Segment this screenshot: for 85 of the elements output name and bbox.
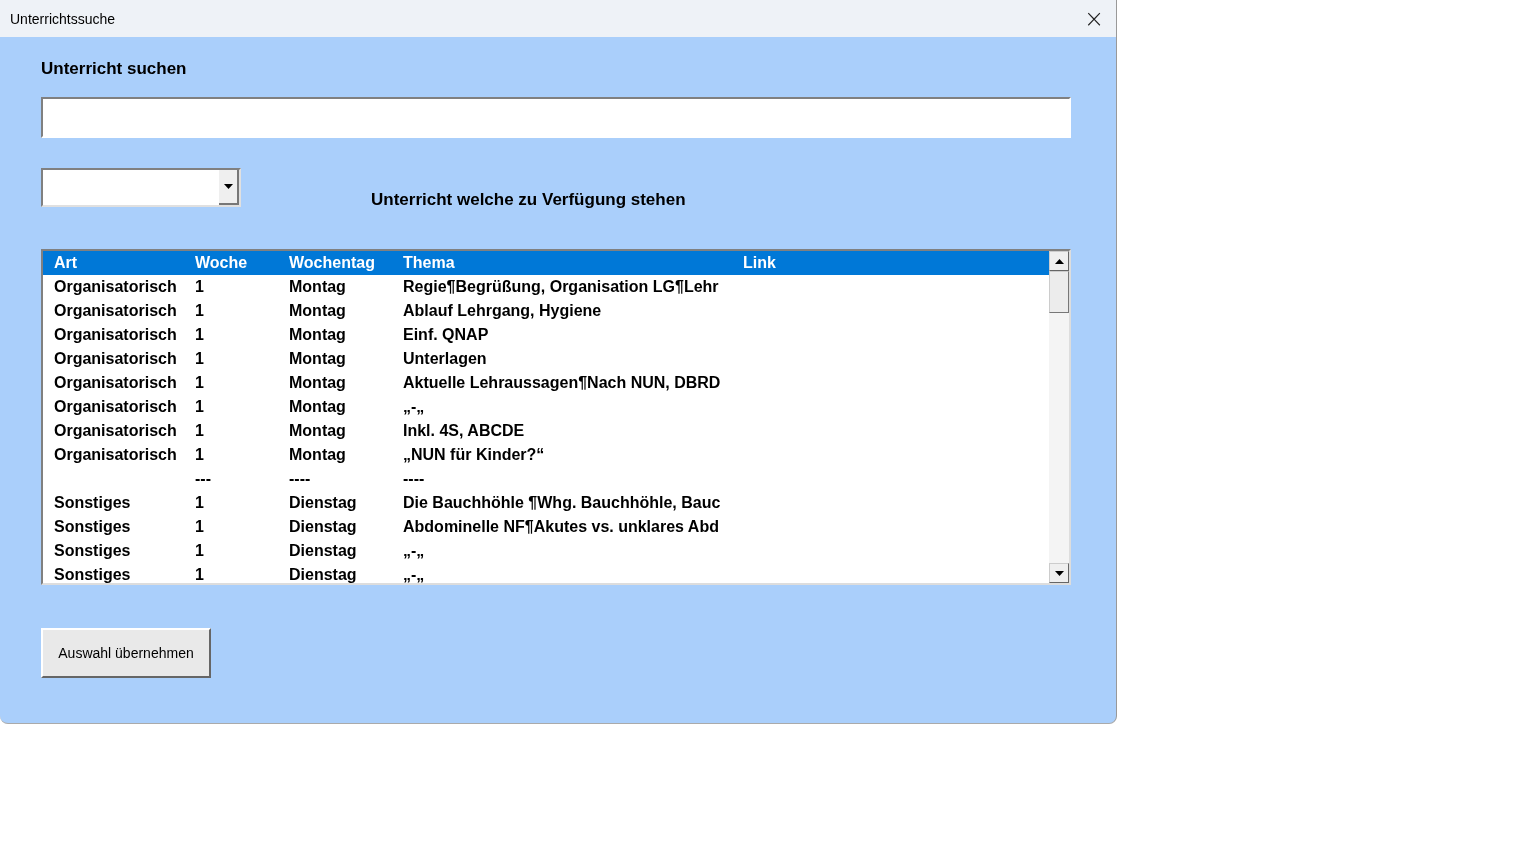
list-cell: Montag — [289, 278, 346, 295]
list-cell: Organisatorisch — [54, 278, 177, 295]
list-cell: ---- — [403, 470, 425, 487]
scrollbar[interactable] — [1049, 251, 1069, 583]
list-cell: 1 — [195, 374, 204, 391]
up-arrow-icon — [1054, 258, 1064, 264]
list-cell: „-„ — [403, 566, 425, 583]
list-cell: Sonstiges — [54, 542, 131, 559]
list-cell: Montag — [289, 398, 346, 415]
list-cell: 1 — [195, 566, 204, 583]
list-row[interactable]: Organisatorisch 1 Montag „-„ — [43, 395, 1049, 419]
scroll-thumb[interactable] — [1049, 271, 1069, 313]
list-cell: Regie¶Begrüßung, Organisation LG¶Lehr — [403, 278, 719, 295]
list-cell: Die Bauchhöhle ¶Whg. Bauchhöhle, Bauc — [403, 494, 721, 511]
list-row[interactable]: Organisatorisch 1 Montag „NUN für Kinder?“ — [43, 443, 1049, 467]
list-cell: 1 — [195, 542, 204, 559]
list-cell: Organisatorisch — [54, 398, 177, 415]
list-row[interactable]: Sonstiges 1 Dienstag Abdominelle NF¶Akutes vs. unklares Abd — [43, 515, 1049, 539]
list-cell: Sonstiges — [54, 518, 131, 535]
list-cell: 1 — [195, 422, 204, 439]
list-row[interactable]: Sonstiges 1 Dienstag Die Bauchhöhle ¶Whg. Bauchhöhle, Bauc — [43, 491, 1049, 515]
list-cell: Organisatorisch — [54, 374, 177, 391]
list-cell: Unterlagen — [403, 350, 487, 367]
list-cell: 1 — [195, 494, 204, 511]
scroll-down-button[interactable] — [1049, 563, 1069, 583]
list-cell: Montag — [289, 326, 346, 343]
list-cell: 1 — [195, 350, 204, 367]
caret-icon — [223, 184, 233, 189]
list-cell: Dienstag — [289, 518, 357, 535]
list-row[interactable]: Organisatorisch 1 Montag Inkl. 4S, ABCDE — [43, 419, 1049, 443]
list-cell: Organisatorisch — [54, 302, 177, 319]
dropdown-button[interactable] — [219, 170, 239, 205]
list-cell: Organisatorisch — [54, 350, 177, 367]
list-cell: Inkl. 4S, ABCDE — [403, 422, 525, 439]
list-cell: „NUN für Kinder?“ — [403, 446, 545, 463]
filter-dropdown[interactable] — [41, 168, 241, 207]
list-cell: Dienstag — [289, 494, 357, 511]
list-row[interactable]: Organisatorisch 1 Montag Regie¶Begrüßung, Organisation LG¶Lehr — [43, 275, 1049, 299]
list-cell: 1 — [195, 398, 204, 415]
search-label: Unterricht suchen — [41, 59, 187, 80]
list-cell: ---- — [289, 470, 311, 487]
down-arrow-icon — [1054, 570, 1064, 576]
list-cell: --- — [195, 470, 211, 487]
list-cell: Montag — [289, 446, 346, 463]
list-cell: Link — [743, 254, 776, 271]
list-cell: Sonstiges — [54, 494, 131, 511]
list-cell: 1 — [195, 446, 204, 463]
list-cell: Abdominelle NF¶Akutes vs. unklares Abd — [403, 518, 719, 535]
list-cell: Aktuelle Lehraussagen¶Nach NUN, DBRD — [403, 374, 721, 391]
list-cell: „-„ — [403, 398, 425, 415]
list-cell: Montag — [289, 422, 346, 439]
list-cell: 1 — [195, 326, 204, 343]
list-row[interactable]: Organisatorisch 1 Montag Unterlagen — [43, 347, 1049, 371]
list-row[interactable]: --- ---- ---- — [43, 467, 1049, 491]
list-row[interactable]: Organisatorisch 1 Montag Aktuelle Lehraussagen¶Nach NUN, DBRD — [43, 371, 1049, 395]
list-row[interactable]: Sonstiges 1 Dienstag „-„ — [43, 563, 1049, 583]
window-title: Unterrichtssuche — [10, 10, 116, 27]
list-cell: Montag — [289, 374, 346, 391]
apply-selection-button[interactable]: Auswahl übernehmen — [41, 628, 211, 678]
scroll-up-button[interactable] — [1049, 251, 1069, 271]
list-cell: Sonstiges — [54, 566, 131, 583]
list-cell: Thema — [403, 254, 455, 271]
search-field[interactable] — [41, 97, 1071, 138]
list-cell: Organisatorisch — [54, 422, 177, 439]
list-cell: Wochentag — [289, 254, 375, 271]
list-cell: Einf. QNAP — [403, 326, 489, 343]
list-cell: 1 — [195, 518, 204, 535]
list-cell: 1 — [195, 278, 204, 295]
list-cell: Montag — [289, 302, 346, 319]
list-cell: Dienstag — [289, 566, 357, 583]
list-cell: 1 — [195, 302, 204, 319]
list-cell: Organisatorisch — [54, 326, 177, 343]
list-cell: Woche — [195, 254, 248, 271]
list-row[interactable]: Art Woche Wochentag Thema Link — [43, 251, 1049, 275]
list-cell: Art — [54, 254, 78, 271]
close-button[interactable]: × — [1072, 0, 1116, 37]
list-row[interactable]: Organisatorisch 1 Montag Einf. QNAP — [43, 323, 1049, 347]
list-cell: „-„ — [403, 542, 425, 559]
list-cell: Dienstag — [289, 542, 357, 559]
list-heading: Unterricht welche zu Verfügung stehen — [371, 190, 686, 210]
list-row[interactable]: Organisatorisch 1 Montag Ablauf Lehrgang, Hygiene — [43, 299, 1049, 323]
list-cell: Montag — [289, 350, 346, 367]
list-row[interactable]: Sonstiges 1 Dienstag „-„ — [43, 539, 1049, 563]
list-cell: Organisatorisch — [54, 446, 177, 463]
list-cell: Ablauf Lehrgang, Hygiene — [403, 302, 602, 319]
